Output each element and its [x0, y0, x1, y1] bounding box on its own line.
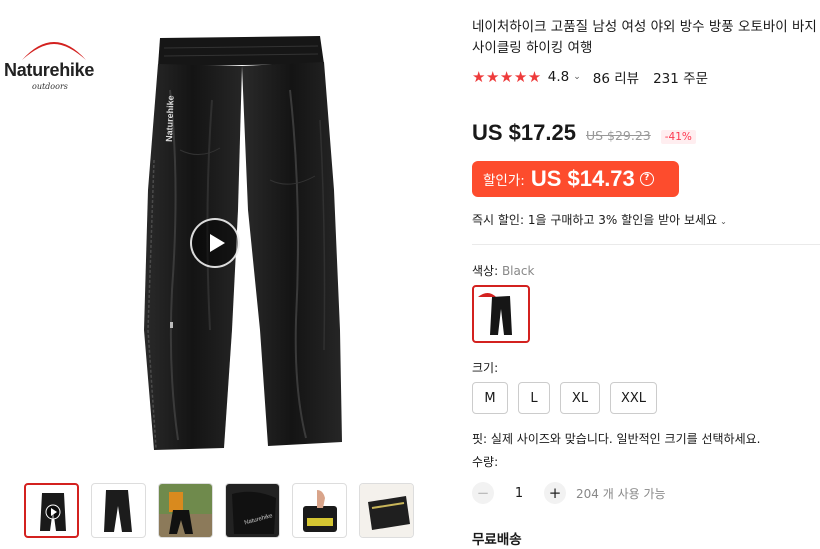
- sale-price: US $14.73: [530, 166, 635, 191]
- stock-available: 204 개 사용 가능: [576, 486, 666, 501]
- quantity-value[interactable]: 1: [494, 486, 544, 501]
- thumb-video[interactable]: [24, 483, 79, 538]
- rating-value[interactable]: 4.8: [548, 69, 569, 85]
- brand-tagline: outdoors: [32, 82, 68, 91]
- orders-count: 231 주문: [653, 71, 708, 87]
- size-option-xxl[interactable]: XXL: [610, 382, 657, 414]
- thumb-pants-detail[interactable]: Naturehike: [225, 483, 280, 538]
- price-row: US $17.25 US $29.23 -41%: [472, 120, 696, 146]
- size-option-m[interactable]: M: [472, 382, 508, 414]
- thumb-pants-side[interactable]: [91, 483, 146, 538]
- pants-logo-text: Naturehike: [164, 95, 176, 142]
- size-option-xl[interactable]: XL: [560, 382, 600, 414]
- size-option-l[interactable]: L: [518, 382, 550, 414]
- color-label: 색상: Black: [472, 264, 535, 278]
- quantity-stepper: − 1 + 204 개 사용 가능: [472, 482, 666, 504]
- brand-name: Naturehike: [4, 60, 95, 80]
- chevron-down-icon: ⌄: [720, 217, 727, 226]
- divider: [472, 244, 820, 245]
- play-icon: [210, 234, 225, 252]
- thumb-model-wearing[interactable]: [158, 483, 213, 538]
- selected-color-value: Black: [501, 264, 535, 278]
- chevron-down-icon[interactable]: ⌄: [573, 72, 581, 82]
- thumb-packed-bag[interactable]: [359, 483, 414, 538]
- rating-row: ★★★★★ 4.8 ⌄ 86 리뷰 231 주문: [472, 67, 708, 87]
- increase-quantity-button[interactable]: +: [544, 482, 566, 504]
- product-gallery: Naturehike outdoors Naturehike Naturehik…: [0, 0, 450, 549]
- question-icon[interactable]: ?: [639, 172, 654, 186]
- thumbnail-strip: Naturehike: [24, 483, 414, 538]
- fit-note: 핏: 실제 사이즈와 맞습니다. 일반적인 크기를 선택하세요.: [472, 432, 761, 446]
- brand-logo: Naturehike outdoors: [0, 28, 110, 98]
- play-video-button[interactable]: [190, 218, 240, 268]
- color-option-black[interactable]: [472, 285, 530, 343]
- reviews-link[interactable]: 86 리뷰: [593, 67, 639, 87]
- promo-text: 즉시 할인: 1을 구매하고 3% 할인을 받아 보세요: [472, 213, 718, 227]
- sale-label: 할인가:: [483, 173, 525, 189]
- logo-arc-icon: [22, 42, 86, 60]
- instant-discount-promo[interactable]: 즉시 할인: 1을 구매하고 3% 할인을 받아 보세요 ⌄: [472, 211, 727, 228]
- decrease-quantity-button[interactable]: −: [472, 482, 494, 504]
- color-swatch-image: [478, 293, 512, 335]
- product-title: 네이처하이크 고품질 남성 여성 야외 방수 방풍 오토바이 바지 사이클링 하…: [472, 19, 817, 56]
- size-label: 크기:: [472, 361, 499, 375]
- quantity-label: 수량:: [472, 455, 499, 469]
- current-price: US $17.25: [472, 120, 576, 145]
- free-shipping-heading: 무료배송: [472, 532, 522, 548]
- size-options: M L XL XXL: [472, 382, 657, 414]
- sale-price-banner: 할인가: US $14.73 ?: [472, 161, 679, 197]
- discount-badge: -41%: [660, 130, 696, 144]
- star-rating-icon: ★★★★★: [472, 68, 542, 86]
- thumb-pouch-hand[interactable]: [292, 483, 347, 538]
- original-price: US $29.23: [585, 128, 651, 143]
